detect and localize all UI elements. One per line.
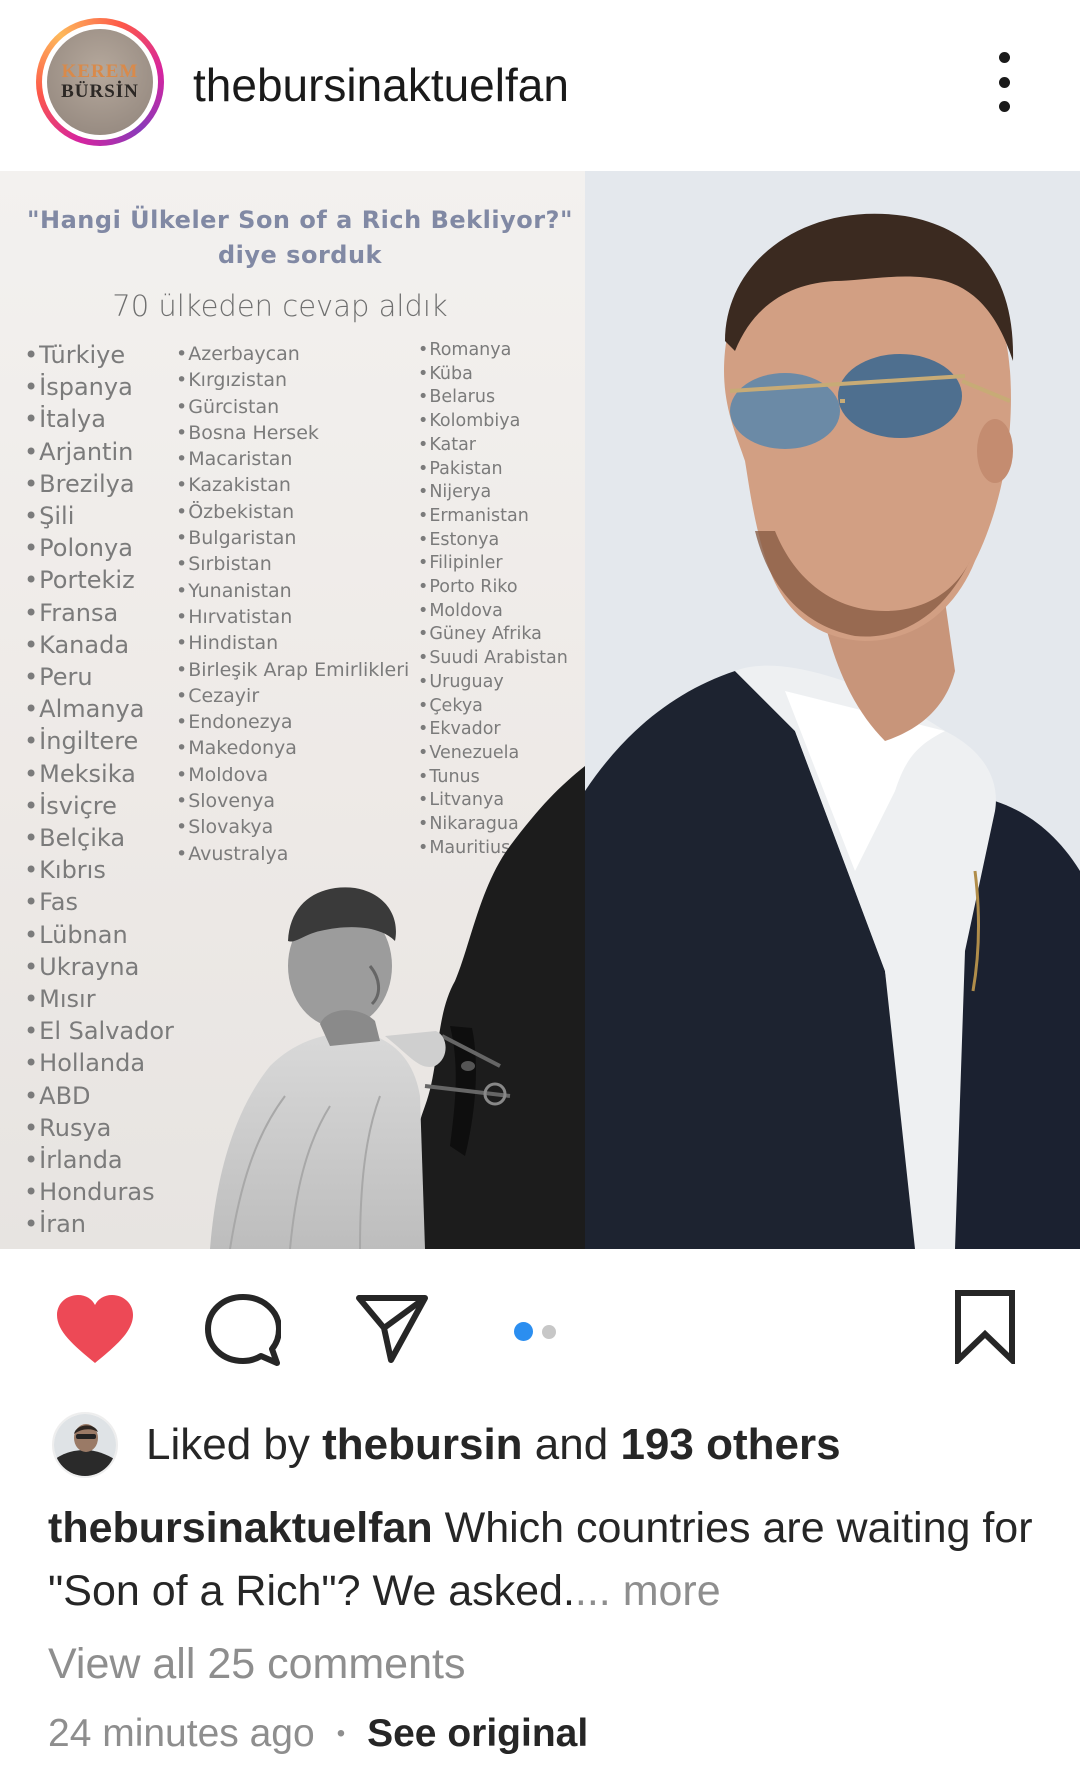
country-item: Ekvador xyxy=(418,718,568,742)
country-item: Mısır xyxy=(24,983,174,1015)
country-item: Honduras xyxy=(24,1176,174,1208)
country-item: Bosna Hersek xyxy=(176,420,409,446)
liker-username[interactable]: thebursin xyxy=(322,1420,522,1469)
infographic-question: "Hangi Ülkeler Son of a Rich Bekliyor?" … xyxy=(27,206,573,269)
country-item: Romanya xyxy=(418,339,568,363)
country-item: İran xyxy=(24,1208,174,1240)
caption-more-link[interactable]: ... more xyxy=(575,1567,721,1615)
avatar-logo: KEREM BÜRSİN xyxy=(47,29,153,135)
see-original-link[interactable]: See original xyxy=(367,1712,588,1756)
country-item: Macaristan xyxy=(176,446,409,472)
country-item: Özbekistan xyxy=(176,499,409,525)
country-item: Rusya xyxy=(24,1112,174,1144)
country-item: Brezilya xyxy=(24,468,174,500)
likes-count[interactable]: 193 others xyxy=(620,1420,840,1469)
post-timestamp: 24 minutes ago xyxy=(48,1712,315,1755)
carousel-dot-active xyxy=(514,1322,533,1341)
post-meta: 24 minutes ago • See original xyxy=(48,1712,588,1756)
profile-avatar[interactable]: KEREM BÜRSİN xyxy=(36,18,164,146)
country-item: Belarus xyxy=(418,386,568,410)
country-item: Hırvatistan xyxy=(176,604,409,630)
country-item: İtalya xyxy=(24,403,174,435)
country-item: Suudi Arabistan xyxy=(418,647,567,671)
carousel-dot xyxy=(542,1324,556,1339)
country-item: ABD xyxy=(24,1080,174,1112)
country-item: Sırbistan xyxy=(176,551,409,577)
liker-avatar xyxy=(52,1412,118,1478)
country-item: Katar xyxy=(418,434,568,458)
country-item: Kolombiya xyxy=(418,410,568,434)
country-item: İrlanda xyxy=(24,1144,174,1176)
country-item: Azerbaycan xyxy=(176,341,409,367)
heart-filled-icon[interactable] xyxy=(55,1293,135,1365)
country-item: Makedonya xyxy=(176,735,409,761)
country-item: Kıbrıs xyxy=(24,854,174,886)
meta-separator: • xyxy=(336,1720,346,1747)
country-item: Endonezya xyxy=(176,709,409,735)
country-item: Venezuela xyxy=(418,742,568,766)
post-image-carousel[interactable]: "Hangi Ülkeler Son of a Rich Bekliyor?" … xyxy=(0,171,1080,1249)
country-item: Fas xyxy=(24,886,174,918)
post-caption: thebursinaktuelfan Which countries are w… xyxy=(48,1497,1048,1623)
country-item: Polonya xyxy=(24,532,174,564)
country-item: Arjantin xyxy=(24,436,174,468)
country-item: Küba xyxy=(418,363,568,387)
caption-username[interactable]: thebursinaktuelfan xyxy=(48,1504,433,1552)
country-item: İspanya xyxy=(24,371,174,403)
view-all-comments-link[interactable]: View all 25 comments xyxy=(48,1640,465,1689)
country-item: Ukrayna xyxy=(24,951,174,983)
country-item: Belçika xyxy=(24,822,174,854)
country-item: Kanada xyxy=(24,629,174,661)
post-action-bar xyxy=(0,1249,1080,1389)
post-header: KEREM BÜRSİN thebursinaktuelfan xyxy=(0,0,1080,171)
country-item: Cezayir xyxy=(176,683,409,709)
country-item: Güney Afrika xyxy=(418,623,568,647)
country-item: İsviçre xyxy=(24,790,174,822)
country-item: Kırgızistan xyxy=(176,367,409,393)
carousel-pagination xyxy=(514,1322,556,1341)
country-item: Estonya xyxy=(418,529,568,553)
header-username[interactable]: thebursinaktuelfan xyxy=(193,58,569,112)
country-item: Hollanda xyxy=(24,1047,174,1079)
country-item: Filipinler xyxy=(418,552,568,576)
infographic-panel: "Hangi Ülkeler Son of a Rich Bekliyor?" … xyxy=(0,171,585,1249)
country-item: Hindistan xyxy=(176,630,409,656)
country-item: Türkiye xyxy=(24,339,174,371)
country-item: Moldova xyxy=(418,600,568,624)
country-item: Yunanistan xyxy=(176,578,409,604)
country-item: Pakistan xyxy=(418,458,568,482)
man-with-horse-photo xyxy=(210,766,585,1249)
country-item: Almanya xyxy=(24,693,174,725)
country-item: Çekya xyxy=(418,695,568,719)
comment-icon[interactable] xyxy=(205,1293,281,1367)
country-item: Ermanistan xyxy=(418,505,568,529)
man-with-sunglasses-photo xyxy=(585,171,1080,1249)
likes-summary[interactable]: Liked by thebursin and 193 others xyxy=(52,1412,841,1478)
country-item: Birleşik Arap Emirlikleri xyxy=(176,657,409,683)
country-item: Gürcistan xyxy=(176,394,409,420)
country-item: Nijerya xyxy=(418,481,568,505)
country-item: Uruguay xyxy=(418,671,568,695)
country-item: El Salvador xyxy=(24,1015,174,1047)
bookmark-icon[interactable] xyxy=(953,1289,1017,1364)
infographic-subtitle: 70 ülkeden cevap aldık xyxy=(112,289,448,323)
country-item: İngiltere xyxy=(24,725,174,757)
country-item: Porto Riko xyxy=(418,576,568,600)
country-item: Bulgaristan xyxy=(176,525,409,551)
country-list-column-1: TürkiyeİspanyaİtalyaArjantinBrezilyaŞili… xyxy=(24,339,174,1241)
country-item: Lübnan xyxy=(24,919,174,951)
country-item: Fransa xyxy=(24,597,174,629)
country-item: Peru xyxy=(24,661,174,693)
send-icon[interactable] xyxy=(355,1292,429,1364)
country-item: Kazakistan xyxy=(176,472,409,498)
likes-text: Liked by thebursin and 193 others xyxy=(146,1420,841,1469)
country-item: Şili xyxy=(24,500,174,532)
more-vertical-icon[interactable] xyxy=(990,52,1018,112)
country-item: Portekiz xyxy=(24,564,174,596)
country-item: Meksika xyxy=(24,758,174,790)
